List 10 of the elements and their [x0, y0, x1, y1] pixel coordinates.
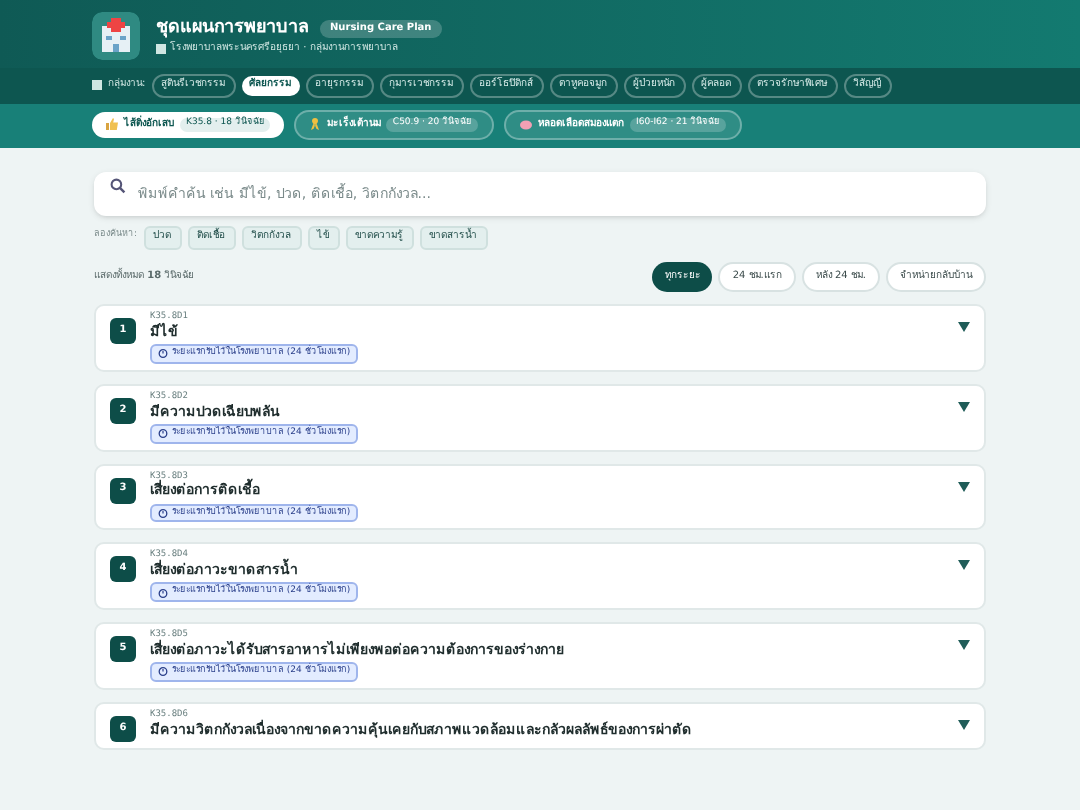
timer-icon: [158, 428, 168, 439]
app-title: ชุดแผนการพยาบาล: [156, 15, 310, 41]
timer-icon: [158, 348, 168, 359]
thumb-icon: [106, 118, 118, 131]
timer-icon: [158, 666, 168, 677]
ribbon-icon: [310, 118, 321, 131]
search-icon: [110, 178, 126, 194]
hospital-icon: [92, 12, 140, 60]
timer-icon: [158, 587, 168, 598]
timer-icon: [158, 507, 168, 518]
